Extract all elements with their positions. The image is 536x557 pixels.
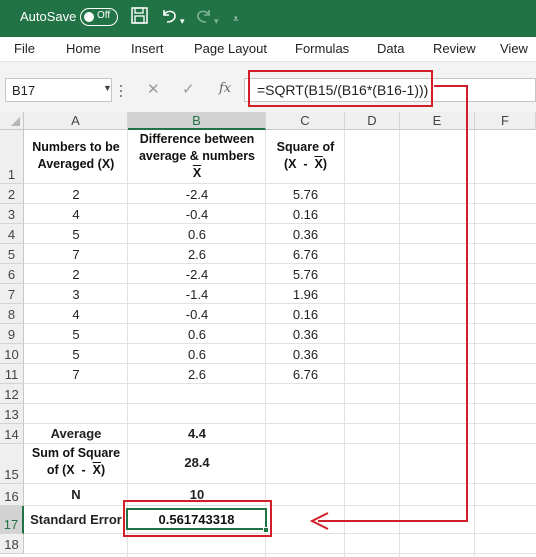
cell-square[interactable]: 5.76 bbox=[266, 186, 345, 203]
redo-icon[interactable] bbox=[195, 7, 213, 30]
chevron-down-icon[interactable]: ▼ bbox=[103, 83, 112, 93]
cell-difference[interactable]: -1.4 bbox=[128, 286, 266, 303]
row-header-12[interactable]: 12 bbox=[0, 384, 24, 404]
cell-difference[interactable]: -2.4 bbox=[128, 266, 266, 283]
name-box-value: B17 bbox=[12, 83, 36, 98]
worksheet-grid: A B C D E F 1 2 3 4 5 6 7 8 9 10 11 12 1… bbox=[0, 112, 536, 557]
row-header-8[interactable]: 8 bbox=[0, 304, 24, 324]
header-cell-b1[interactable]: Difference between average & numbers X bbox=[128, 131, 266, 182]
row-header-16[interactable]: 16 bbox=[0, 484, 24, 506]
undo-icon[interactable] bbox=[160, 7, 178, 30]
cell-difference[interactable]: -0.4 bbox=[128, 206, 266, 223]
cell-number-x[interactable]: 5 bbox=[24, 226, 128, 243]
row-header-17[interactable]: 17 bbox=[0, 506, 24, 534]
autosave-toggle[interactable]: Off bbox=[80, 8, 118, 26]
formula-highlight-box bbox=[248, 70, 433, 107]
tab-home[interactable]: Home bbox=[66, 41, 101, 56]
tab-file[interactable]: File bbox=[14, 41, 35, 56]
cell-number-x[interactable]: 7 bbox=[24, 366, 128, 383]
row-header-5[interactable]: 5 bbox=[0, 244, 24, 264]
customize-toolbar-icon[interactable]: ⩡ bbox=[233, 10, 239, 30]
tab-data[interactable]: Data bbox=[377, 41, 404, 56]
result-highlight-box bbox=[123, 500, 272, 537]
ribbon-tabs: File Home Insert Page Layout Formulas Da… bbox=[0, 37, 536, 62]
row-header-10[interactable]: 10 bbox=[0, 344, 24, 364]
column-header-a[interactable]: A bbox=[24, 112, 128, 130]
tab-page-layout[interactable]: Page Layout bbox=[194, 41, 267, 56]
cell-number-x[interactable]: 3 bbox=[24, 286, 128, 303]
tab-formulas[interactable]: Formulas bbox=[295, 41, 349, 56]
sum-of-square-label[interactable]: Sum of Square of (X - X) bbox=[24, 445, 128, 479]
undo-dropdown-icon[interactable]: ▾ bbox=[180, 11, 185, 31]
toggle-knob bbox=[84, 12, 94, 22]
redo-dropdown-icon[interactable]: ▾ bbox=[214, 11, 219, 31]
n-label[interactable]: N bbox=[24, 486, 128, 503]
select-all-button[interactable] bbox=[0, 112, 24, 130]
average-label[interactable]: Average bbox=[24, 425, 128, 442]
header-cell-a1[interactable]: Numbers to be Averaged (X) bbox=[24, 139, 128, 173]
row-header-11[interactable]: 11 bbox=[0, 364, 24, 384]
row-header-2[interactable]: 2 bbox=[0, 184, 24, 204]
cell-square[interactable]: 0.36 bbox=[266, 346, 345, 363]
column-header-c[interactable]: C bbox=[266, 112, 345, 130]
tab-view[interactable]: View bbox=[500, 41, 528, 56]
row-header-18[interactable]: 18 bbox=[0, 534, 24, 554]
cell-square[interactable]: 0.16 bbox=[266, 206, 345, 223]
title-bar: AutoSave Off ▾ ▾ ⩡ bbox=[0, 0, 536, 37]
cell-number-x[interactable]: 4 bbox=[24, 206, 128, 223]
row-header-6[interactable]: 6 bbox=[0, 264, 24, 284]
cell-number-x[interactable]: 2 bbox=[24, 266, 128, 283]
cell-number-x[interactable]: 7 bbox=[24, 246, 128, 263]
formula-bar-grip[interactable] bbox=[120, 85, 124, 99]
average-value[interactable]: 4.4 bbox=[128, 425, 266, 442]
cell-number-x[interactable]: 5 bbox=[24, 346, 128, 363]
enter-icon[interactable]: ✓ bbox=[182, 80, 195, 98]
toggle-state-label: Off bbox=[97, 10, 111, 21]
column-header-f[interactable]: F bbox=[475, 112, 536, 130]
row-header-4[interactable]: 4 bbox=[0, 224, 24, 244]
tab-insert[interactable]: Insert bbox=[131, 41, 164, 56]
cell-difference[interactable]: 2.6 bbox=[128, 246, 266, 263]
column-header-b[interactable]: B bbox=[128, 112, 266, 130]
insert-function-icon[interactable]: fx bbox=[219, 81, 231, 96]
sum-of-square-value[interactable]: 28.4 bbox=[128, 454, 266, 471]
row-header-14[interactable]: 14 bbox=[0, 424, 24, 444]
cell-square[interactable]: 0.36 bbox=[266, 226, 345, 243]
cell-square[interactable]: 0.16 bbox=[266, 306, 345, 323]
row-header-1[interactable]: 1 bbox=[0, 130, 24, 184]
cell-square[interactable]: 1.96 bbox=[266, 286, 345, 303]
row-header-15[interactable]: 15 bbox=[0, 444, 24, 484]
cell-square[interactable]: 0.36 bbox=[266, 326, 345, 343]
row-header-7[interactable]: 7 bbox=[0, 284, 24, 304]
cell-difference[interactable]: 2.6 bbox=[128, 366, 266, 383]
header-cell-c1[interactable]: Square of (X - X) bbox=[266, 139, 345, 173]
save-icon[interactable] bbox=[131, 7, 148, 30]
name-box[interactable]: B17 ▼ bbox=[5, 78, 112, 102]
row-header-13[interactable]: 13 bbox=[0, 404, 24, 424]
column-header-e[interactable]: E bbox=[400, 112, 475, 130]
row-header-3[interactable]: 3 bbox=[0, 204, 24, 224]
cell-number-x[interactable]: 5 bbox=[24, 326, 128, 343]
autosave-label: AutoSave bbox=[20, 9, 77, 24]
column-header-d[interactable]: D bbox=[345, 112, 400, 130]
cell-square[interactable]: 6.76 bbox=[266, 366, 345, 383]
tab-review[interactable]: Review bbox=[433, 41, 476, 56]
standard-error-label[interactable]: Standard Error bbox=[24, 511, 128, 528]
cell-number-x[interactable]: 4 bbox=[24, 306, 128, 323]
cell-difference[interactable]: -2.4 bbox=[128, 186, 266, 203]
cell-number-x[interactable]: 2 bbox=[24, 186, 128, 203]
cell-difference[interactable]: 0.6 bbox=[128, 346, 266, 363]
cell-difference[interactable]: 0.6 bbox=[128, 326, 266, 343]
cell-difference[interactable]: 0.6 bbox=[128, 226, 266, 243]
row-header-9[interactable]: 9 bbox=[0, 324, 24, 344]
cancel-icon[interactable]: ✕ bbox=[147, 80, 160, 98]
cell-difference[interactable]: -0.4 bbox=[128, 306, 266, 323]
cell-square[interactable]: 6.76 bbox=[266, 246, 345, 263]
cell-square[interactable]: 5.76 bbox=[266, 266, 345, 283]
